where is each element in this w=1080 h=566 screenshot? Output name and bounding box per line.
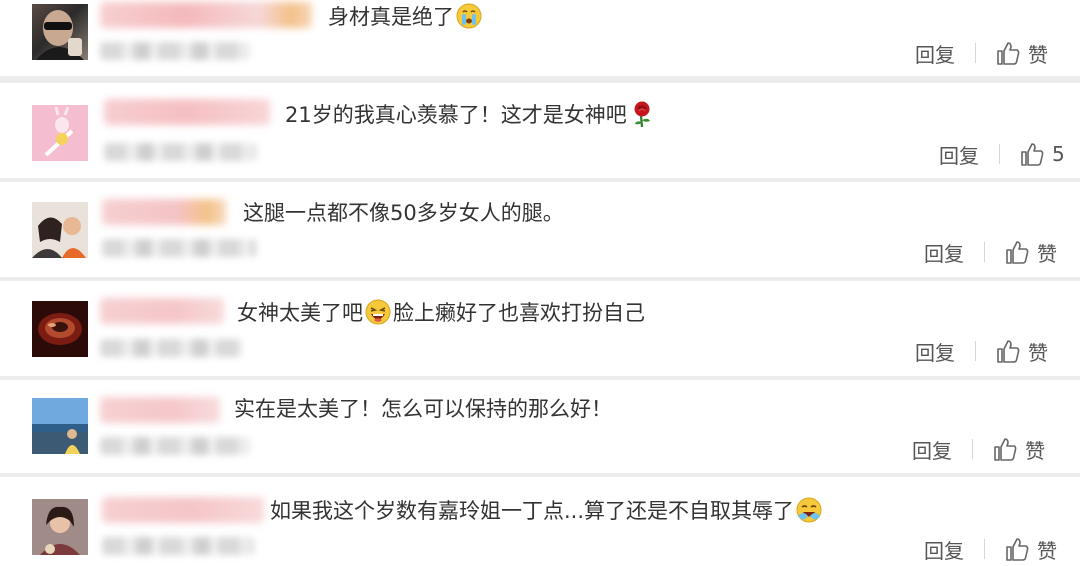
reply-button[interactable]: 回复 <box>924 535 964 564</box>
user-avatar[interactable] <box>32 4 88 60</box>
comment-text: 这腿一点都不像50多岁女人的腿。 <box>243 199 564 227</box>
comment-text-part: 21岁的我真心羡慕了！这才是女神吧 <box>285 103 627 127</box>
action-divider <box>975 43 976 63</box>
timestamp-redacted <box>104 143 256 161</box>
thumbs-up-icon <box>1006 241 1029 264</box>
comment-text-part: 脸上癞好了也喜欢打扮自己 <box>393 301 645 325</box>
user-avatar[interactable] <box>32 202 88 258</box>
comment-text: 21岁的我真心羡慕了！这才是女神吧 <box>285 100 657 129</box>
comment-item: 女神太美了吧 脸上癞好了也喜欢打扮自己 回复 赞 <box>0 281 1080 376</box>
comment-text-part: 身材真是绝了 <box>328 5 454 29</box>
like-label: 赞 <box>1028 42 1048 67</box>
action-divider <box>975 341 976 361</box>
comment-text-part: 女神太美了吧 <box>237 301 363 325</box>
laughing-face-emoji <box>364 298 392 326</box>
like-count: 5 <box>1052 142 1065 166</box>
like-label: 赞 <box>1037 241 1057 266</box>
timestamp-redacted <box>102 239 256 257</box>
thumbs-up-icon <box>1006 538 1029 561</box>
thumbs-up-icon <box>997 340 1020 363</box>
thumbs-up-icon <box>994 438 1017 461</box>
comment-actions: 回复 赞 <box>924 535 1057 563</box>
rose-emoji <box>628 100 656 128</box>
like-button[interactable]: 5 <box>1018 140 1065 168</box>
user-avatar[interactable] <box>32 398 88 454</box>
username-redacted[interactable] <box>100 397 220 423</box>
timestamp-redacted <box>102 537 254 555</box>
like-label: 赞 <box>1037 538 1057 563</box>
user-avatar[interactable] <box>32 499 88 555</box>
like-label: 赞 <box>1028 340 1048 365</box>
timestamp-redacted <box>100 42 250 60</box>
comment-actions: 回复 赞 <box>915 39 1048 67</box>
comment-item: 这腿一点都不像50多岁女人的腿。 回复 赞 <box>0 182 1080 277</box>
reply-button[interactable]: 回复 <box>939 140 979 169</box>
comment-text: 女神太美了吧 脸上癞好了也喜欢打扮自己 <box>237 298 645 327</box>
comment-actions: 回复 5 <box>939 140 1065 168</box>
comment-text: 如果我这个岁数有嘉玲姐一丁点...算了还是不自取其辱了 <box>270 496 824 525</box>
comment-item: 如果我这个岁数有嘉玲姐一丁点...算了还是不自取其辱了 回复 赞 <box>0 477 1080 566</box>
like-button[interactable]: 赞 <box>1003 535 1057 564</box>
like-button[interactable]: 赞 <box>1003 238 1057 267</box>
comment-text: 身材真是绝了 <box>328 2 484 31</box>
comment-text-part: 实在是太美了！怎么可以保持的那么好！ <box>234 397 612 421</box>
user-avatar[interactable] <box>32 105 88 161</box>
comment-list: 身材真是绝了 回复 赞 21岁的我真心羡慕了！这才是女神吧 回复 5 这腿一点都… <box>0 0 1080 566</box>
comment-actions: 回复 赞 <box>924 238 1057 266</box>
username-redacted[interactable] <box>102 199 226 225</box>
comment-text-part: 如果我这个岁数有嘉玲姐一丁点...算了还是不自取其辱了 <box>270 499 795 523</box>
like-button[interactable]: 赞 <box>994 337 1048 366</box>
like-label: 赞 <box>1025 438 1045 463</box>
thumbs-up-icon <box>997 42 1020 65</box>
comment-item: 实在是太美了！怎么可以保持的那么好！ 回复 赞 <box>0 380 1080 473</box>
username-redacted[interactable] <box>102 497 264 523</box>
reply-button[interactable]: 回复 <box>924 238 964 267</box>
timestamp-redacted <box>100 339 242 357</box>
reply-button[interactable]: 回复 <box>915 337 955 366</box>
username-redacted[interactable] <box>104 99 270 125</box>
comment-actions: 回复 赞 <box>915 337 1048 365</box>
user-avatar[interactable] <box>32 301 88 357</box>
reply-button[interactable]: 回复 <box>912 435 952 464</box>
action-divider <box>972 439 973 459</box>
crying-face-emoji <box>455 2 483 30</box>
comment-text: 实在是太美了！怎么可以保持的那么好！ <box>234 395 612 423</box>
action-divider <box>984 242 985 262</box>
action-divider <box>984 539 985 559</box>
sweat-laugh-emoji <box>795 496 823 524</box>
like-button[interactable]: 赞 <box>991 435 1045 464</box>
comment-actions: 回复 赞 <box>912 435 1045 463</box>
thumbs-up-icon <box>1021 143 1044 166</box>
action-divider <box>999 144 1000 164</box>
timestamp-redacted <box>100 437 250 455</box>
reply-button[interactable]: 回复 <box>915 39 955 68</box>
like-button[interactable]: 赞 <box>994 39 1048 68</box>
comment-item: 21岁的我真心羡慕了！这才是女神吧 回复 5 <box>0 83 1080 178</box>
username-redacted[interactable] <box>100 2 312 28</box>
comment-text-part: 这腿一点都不像50多岁女人的腿。 <box>243 201 564 225</box>
username-redacted[interactable] <box>100 298 224 324</box>
comment-item: 身材真是绝了 回复 赞 <box>0 0 1080 76</box>
